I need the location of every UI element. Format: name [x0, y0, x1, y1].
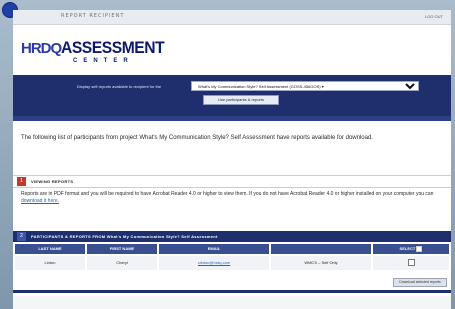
section-number-badge: 2 [17, 232, 26, 241]
column-header-last-name[interactable]: LAST NAME [15, 244, 85, 254]
select-header-label: SELECT [399, 246, 416, 251]
cell-last-name: Linton [15, 256, 85, 270]
report-selector-label: Display self reports available to recipi… [77, 84, 162, 89]
logo-sub-text: CENTER [73, 58, 134, 64]
brand-logo: HRDQASSESSMENT CENTER [21, 38, 173, 68]
viewing-reports-title: VIEWING REPORTS [31, 179, 74, 184]
page-title: REPORT RECIPIENT [61, 13, 125, 19]
assessment-select[interactable]: What's My Communication Style? Self Asse… [191, 81, 419, 91]
column-header-select[interactable]: SELECT [373, 244, 449, 254]
cell-select [373, 256, 449, 270]
row-select-checkbox[interactable] [407, 259, 415, 267]
download-selected-button[interactable]: Download selected reports [393, 278, 447, 287]
viewing-reports-text: Reports are in PDF format and you will b… [21, 191, 446, 205]
cell-email-link[interactable]: clinton@hrdq.com [159, 256, 269, 270]
participants-header: 2 PARTICIPANTS & REPORTS FROM What's My … [13, 231, 451, 242]
column-header-report [271, 244, 371, 254]
logo-prefix: HRDQ [21, 40, 62, 57]
report-selector-bar: Display self reports available to recipi… [13, 75, 451, 121]
viewing-reports-header: 1 VIEWING REPORTS [13, 175, 451, 188]
use-participants-button[interactable]: Use participants & reports [203, 95, 279, 105]
column-header-email[interactable]: EMAIL [159, 244, 269, 254]
footer-area [13, 296, 451, 309]
participants-title: PARTICIPANTS & REPORTS FROM What's My Co… [31, 234, 218, 239]
selector-bar-stripe [13, 116, 451, 121]
section-number-badge: 1 [17, 177, 26, 186]
column-header-first-name[interactable]: FIRST NAME [87, 244, 157, 254]
page: REPORT RECIPIENT LOG OUT HRDQASSESSMENT … [13, 10, 451, 309]
logout-link[interactable]: LOG OUT [425, 14, 443, 19]
window-frame: REPORT RECIPIENT LOG OUT HRDQASSESSMENT … [0, 0, 455, 309]
bottom-rule [13, 290, 451, 293]
logo-main-text: ASSESSMENT [61, 38, 165, 57]
cell-report-name[interactable]: WMCS – Self Only [271, 256, 371, 270]
select-all-checkbox[interactable] [416, 245, 423, 252]
viewing-reports-body: Reports are in PDF format and you will b… [21, 191, 434, 197]
download-acrobat-link[interactable]: download it here. [21, 198, 59, 204]
cell-first-name: Cheryl [87, 256, 157, 270]
intro-text: The following list of participants from … [21, 135, 373, 141]
top-bar: REPORT RECIPIENT LOG OUT [13, 10, 451, 25]
